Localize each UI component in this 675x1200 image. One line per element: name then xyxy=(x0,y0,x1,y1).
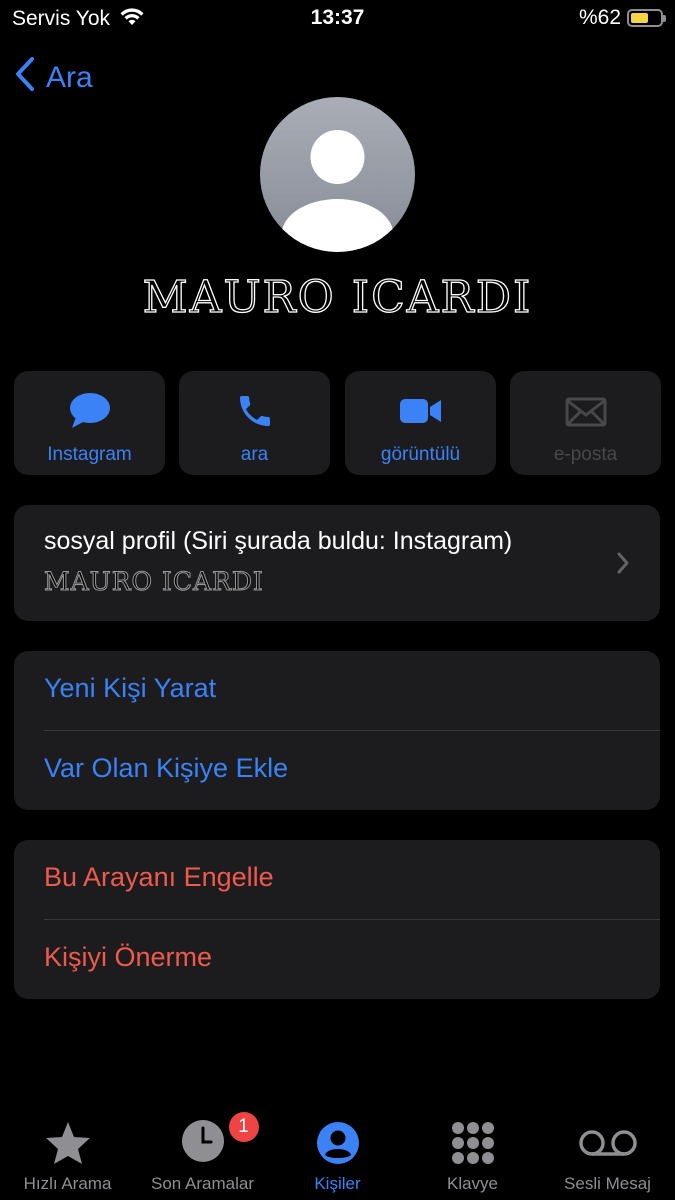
status-bar-right: %62 xyxy=(578,6,666,30)
call-button[interactable]: ara xyxy=(179,371,330,475)
video-camera-icon xyxy=(398,371,444,436)
battery-percent: %62 xyxy=(578,6,621,29)
envelope-icon xyxy=(565,371,607,436)
caller-actions-card: Bu Arayanı Engelle Kişiyi Önerme xyxy=(14,840,660,999)
tab-contacts[interactable]: Kişiler xyxy=(270,1118,405,1200)
person-circle-icon xyxy=(315,1118,361,1168)
instagram-message-button[interactable]: Instagram xyxy=(14,371,165,475)
tab-voicemail[interactable]: Sesli Mesaj xyxy=(540,1118,675,1200)
chevron-left-icon xyxy=(14,56,36,100)
video-call-button[interactable]: görüntülü xyxy=(345,371,496,475)
star-icon xyxy=(44,1118,92,1168)
contact-name: MAURO ICARDI xyxy=(142,271,533,323)
back-label: Ara xyxy=(46,61,93,94)
tab-recents[interactable]: 1 Son Aramalar xyxy=(135,1112,270,1200)
tab-label: Klavye xyxy=(446,1174,499,1193)
row-divider xyxy=(44,730,660,731)
phone-icon xyxy=(235,371,275,436)
email-button[interactable]: e-posta xyxy=(510,371,661,475)
tab-label: Kişiler xyxy=(314,1174,361,1193)
add-to-existing-contact-button[interactable]: Var Olan Kişiye Ekle xyxy=(44,753,660,784)
battery-cap xyxy=(663,15,666,22)
status-time: 13:37 xyxy=(310,6,365,29)
voicemail-icon xyxy=(577,1118,639,1168)
battery-icon xyxy=(627,9,666,27)
chevron-right-icon xyxy=(616,551,630,580)
social-profile-title: sosyal profil (Siri şurada buldu: Instag… xyxy=(44,527,513,555)
do-not-suggest-button[interactable]: Kişiyi Önerme xyxy=(44,942,660,973)
block-caller-button[interactable]: Bu Arayanı Engelle xyxy=(44,862,660,893)
add-contact-card: Yeni Kişi Yarat Var Olan Kişiye Ekle xyxy=(14,651,660,810)
keypad-icon xyxy=(450,1118,496,1168)
tab-label: Son Aramalar xyxy=(151,1174,254,1193)
missed-calls-badge: 1 xyxy=(228,1112,259,1142)
back-button[interactable]: Ara xyxy=(14,56,93,100)
tab-label: Sesli Mesaj xyxy=(564,1174,651,1193)
battery-level xyxy=(631,13,648,23)
create-new-contact-button[interactable]: Yeni Kişi Yarat xyxy=(44,673,660,704)
social-profile-card[interactable]: sosyal profil (Siri şurada buldu: Instag… xyxy=(14,505,660,621)
message-bubble-icon xyxy=(68,371,112,436)
tab-favorites[interactable]: Hızlı Arama xyxy=(0,1118,135,1200)
contact-avatar xyxy=(260,97,415,252)
social-profile-value: MAURO ICARDI xyxy=(44,567,264,597)
clock-icon xyxy=(180,1118,226,1169)
person-silhouette-icon xyxy=(281,130,394,252)
action-label: ara xyxy=(240,444,269,465)
row-divider xyxy=(44,919,660,920)
recents-icon-wrap: 1 xyxy=(180,1112,259,1169)
action-label: görüntülü xyxy=(380,444,461,465)
tab-label: Hızlı Arama xyxy=(23,1174,112,1193)
action-label: e-posta xyxy=(553,444,618,465)
tab-keypad[interactable]: Klavye xyxy=(405,1118,540,1200)
action-label: Instagram xyxy=(47,444,132,465)
